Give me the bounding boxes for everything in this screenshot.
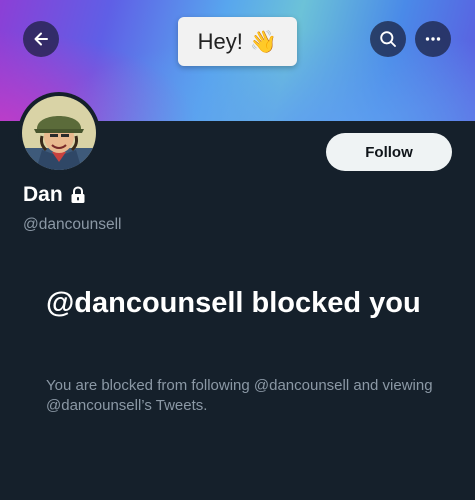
avatar-illustration (22, 96, 96, 170)
search-button[interactable] (370, 21, 406, 57)
blocked-description: You are blocked from following @dancouns… (46, 377, 433, 414)
waving-hand-icon: 👋 (249, 28, 278, 54)
greeting-text: Hey! (197, 28, 243, 54)
blocked-title: @dancounsell blocked you (46, 287, 421, 319)
greeting-bubble: Hey! 👋 (178, 17, 297, 66)
more-options-button[interactable] (415, 21, 451, 57)
search-icon (380, 31, 396, 47)
follow-button[interactable]: Follow (326, 133, 452, 171)
back-arrow-icon (34, 32, 48, 46)
more-icon (425, 37, 441, 41)
profile-name-row: Dan (23, 183, 86, 207)
profile-handle: @dancounsell (23, 216, 122, 233)
display-name: Dan (23, 183, 63, 206)
back-button[interactable] (23, 21, 59, 57)
avatar[interactable] (18, 92, 100, 174)
lock-icon (71, 186, 85, 203)
